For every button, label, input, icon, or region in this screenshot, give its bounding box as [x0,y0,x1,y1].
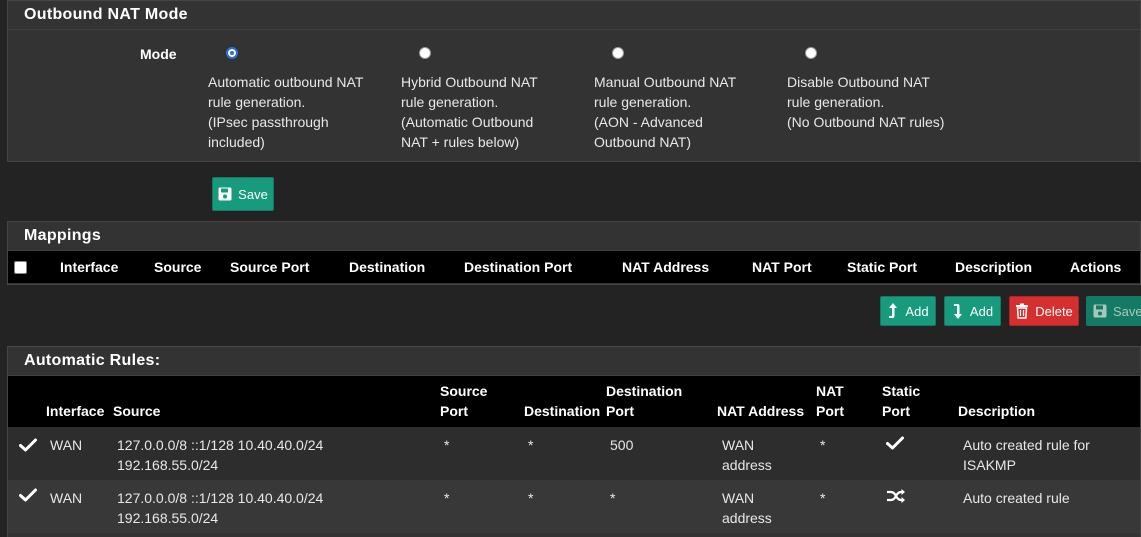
column-header[interactable]: Description [955,251,1032,283]
level-up-icon [889,303,898,318]
radio-disable[interactable] [805,47,817,59]
cell-destination: * [528,490,534,506]
column-header: Actions [1070,259,1122,275]
cell-nat-address: WAN address [722,490,772,526]
mode-option-automatic[interactable]: Automatic outbound NAT rule generation. … [208,47,388,152]
mappings-panel: Mappings Interface Source Source Port De… [7,221,1141,285]
cell-nat-address: WAN address [722,437,772,473]
panel-title: Mappings [8,222,1140,251]
delete-button[interactable]: Delete [1009,296,1079,326]
panel-title: Automatic Rules: [8,347,1140,376]
column-header: Description [958,403,1036,419]
table-row: WAN 127.0.0.0/8 ::1/128 10.40.40.0/24 19… [8,480,1140,533]
mode-option-hybrid[interactable]: Hybrid Outbound NAT rule generation. (Au… [401,47,581,152]
cell-destination-port: 500 [610,437,634,453]
floppy-icon [218,187,232,201]
column-header: Destination [524,403,601,419]
mode-option-label: Automatic outbound NAT rule generation. … [208,74,364,150]
cell-nat-port: * [820,490,826,506]
add-bottom-button[interactable]: Add [944,296,1001,326]
column-header[interactable]: Interface [60,251,118,283]
automatic-rules-table-header: Interface Source Source Port Destination… [8,376,1140,427]
add-top-button[interactable]: Add [880,296,936,326]
table-row: WAN 127.0.0.0/8 ::1/128 10.40.40.0/24 19… [8,427,1140,480]
cell-interface: WAN [50,490,83,506]
cell-description: Auto created rule for ISAKMP [963,437,1090,473]
column-header: NAT Address [717,403,805,419]
mode-option-label: Disable Outbound NAT rule generation. (N… [787,74,945,130]
mode-option-label: Hybrid Outbound NAT rule generation. (Au… [401,74,538,150]
cell-source: 127.0.0.0/8 ::1/128 10.40.40.0/24 192.16… [117,490,324,526]
mode-label: Mode [140,46,177,62]
column-header[interactable]: Destination [349,251,425,283]
save-mode-button[interactable]: Save [212,177,274,211]
check-icon [19,488,37,502]
cell-destination-port: * [610,490,616,506]
column-header[interactable]: Source [154,251,201,283]
check-icon [886,436,904,450]
trash-icon [1016,303,1029,319]
column-header: Source [113,403,161,419]
add-label: Add [969,303,994,319]
delete-label: Delete [1035,303,1073,319]
save-mappings-button[interactable]: Save [1086,296,1141,326]
column-header: Destination Port [606,383,683,419]
mode-option-disable[interactable]: Disable Outbound NAT rule generation. (N… [787,47,967,132]
column-header: NAT Port [816,383,844,419]
column-header[interactable]: Source Port [230,251,309,283]
save-label: Save [1113,303,1141,319]
radio-manual[interactable] [612,47,624,59]
cell-source-port: * [444,437,450,453]
radio-automatic[interactable] [226,47,238,59]
column-header: Source Port [440,383,488,419]
mappings-table-header: Interface Source Source Port Destination… [8,251,1140,283]
column-header[interactable]: NAT Address [622,251,709,283]
outbound-nat-mode-panel: Outbound NAT Mode Mode Automatic outboun… [7,0,1141,162]
column-header[interactable]: Destination Port [464,251,572,283]
save-label: Save [238,186,268,202]
cell-interface: WAN [50,437,83,453]
panel-title: Outbound NAT Mode [8,1,1140,30]
add-label: Add [905,303,929,319]
mode-option-label: Manual Outbound NAT rule generation. (AO… [594,74,737,150]
random-icon [887,489,905,503]
check-icon [19,438,37,452]
level-down-icon [953,304,962,319]
cell-source-port: * [444,490,450,506]
column-header: Static Port [882,383,921,419]
select-all-checkbox[interactable] [14,261,27,274]
cell-description: Auto created rule [963,490,1070,506]
radio-hybrid[interactable] [419,47,431,59]
automatic-rules-panel: Automatic Rules: Interface Source Source… [7,346,1141,537]
column-header: Interface [46,403,105,419]
column-header[interactable]: Static Port [847,251,917,283]
cell-nat-port: * [820,437,826,453]
floppy-icon [1093,304,1107,318]
column-header[interactable]: NAT Port [752,251,812,283]
cell-source: 127.0.0.0/8 ::1/128 10.40.40.0/24 192.16… [117,437,324,473]
mode-option-manual[interactable]: Manual Outbound NAT rule generation. (AO… [594,47,774,152]
cell-destination: * [528,437,534,453]
